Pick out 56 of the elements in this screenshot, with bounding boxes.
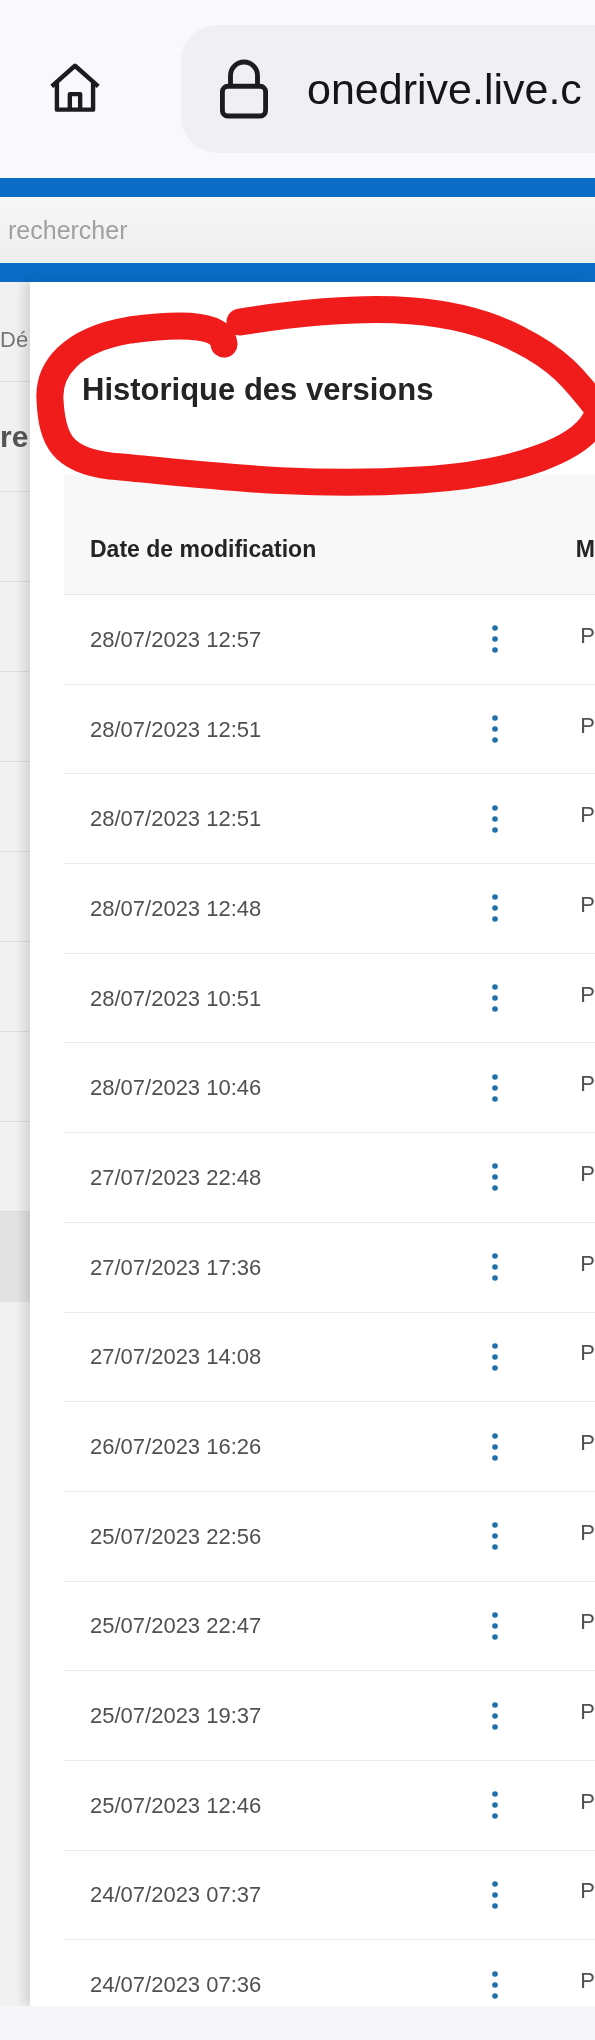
more-icon [491,804,498,833]
table-cell-text: P [580,890,595,919]
table-cell-text: P [580,1429,595,1458]
table-cell-text: P [580,1877,595,1906]
table-cell-text: P [580,801,595,830]
more-icon [491,1253,498,1282]
table-cell-text: P [580,1249,595,1278]
date-cell-text: 26/07/2023 16:26 [89,1433,263,1462]
date-cell-text: 24/07/2023 07:37 [89,1881,263,1910]
more-icon [491,625,498,654]
more-icon [491,715,498,744]
more-icon [491,1791,498,1820]
more-icon [491,984,498,1013]
date-cell-text: 28/07/2023 12:51 [89,715,263,744]
more-icon [491,1522,498,1551]
date-cell-text: 28/07/2023 10:46 [89,1074,263,1103]
table-cell-text: P [580,1967,595,1996]
table-cell-text: P [580,1518,595,1547]
more-icon [491,894,498,923]
column-header[interactable]: M [575,532,595,567]
column-header[interactable]: Date de modification [64,532,576,567]
search-field[interactable]: rechercher [0,197,595,263]
date-cell-text: 27/07/2023 17:36 [89,1253,263,1282]
more-icon [491,1880,498,1909]
date-cell-text: 25/07/2023 22:47 [89,1612,263,1641]
date-cell-text: 25/07/2023 12:46 [89,1791,263,1820]
more-icon [491,1432,498,1461]
date-cell-text: 27/07/2023 14:08 [89,1343,263,1372]
date-cell-text: 28/07/2023 12:51 [89,805,263,834]
address-bar[interactable]: onedrive.live.c [181,25,595,153]
table-cell-text: P [580,621,595,650]
date-cell-text: 25/07/2023 22:56 [89,1522,263,1551]
more-icon [491,1163,498,1192]
table-cell-text: P [580,980,595,1009]
more-icon [491,1073,498,1102]
panel-title: Historique des versions [82,371,434,410]
url-text: onedrive.live.c [307,63,582,115]
more-icon [491,1611,498,1640]
more-icon [491,1970,498,1999]
table-cell-text: P [580,1608,595,1637]
date-cell-text: 27/07/2023 22:48 [89,1163,263,1192]
date-cell-text: 28/07/2023 10:51 [89,984,263,1013]
date-cell-text: 25/07/2023 19:37 [89,1702,263,1731]
table-cell-text: P [580,711,595,740]
date-cell-text: 28/07/2023 12:48 [89,894,263,923]
date-cell-text: 24/07/2023 07:36 [89,1971,263,2000]
background-label: re [0,419,29,455]
table-cell-text: P [580,1070,595,1099]
more-icon [491,1701,498,1730]
background-label: Dé [0,326,29,354]
table-cell-text: P [580,1339,595,1368]
table-cell-text: P [580,1698,595,1727]
table-cell-text: P [580,1159,595,1188]
table-cell-text: P [580,1787,595,1816]
date-cell-text: 28/07/2023 12:57 [89,625,263,654]
more-icon [491,1342,498,1371]
